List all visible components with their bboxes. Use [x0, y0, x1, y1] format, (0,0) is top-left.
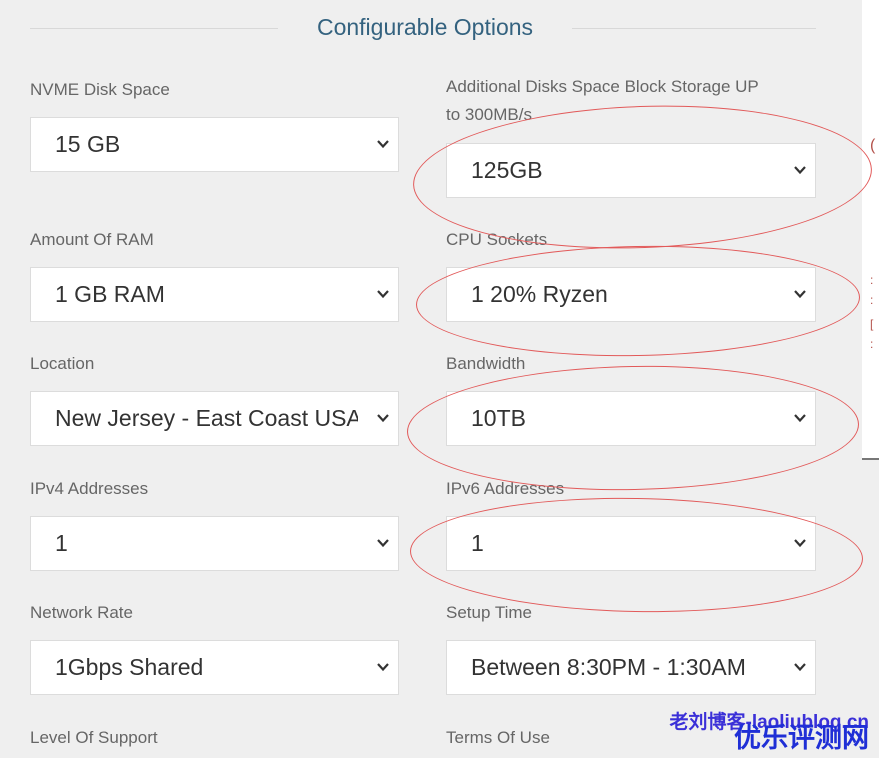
- cpu-sockets-select[interactable]: 1 20% Ryzen: [446, 267, 816, 322]
- network-rate-label: Network Rate: [30, 603, 133, 622]
- ipv6-label: IPv6 Addresses: [446, 479, 565, 498]
- chevron-down-icon: [794, 539, 806, 548]
- ipv6-select[interactable]: 1: [446, 516, 816, 571]
- setup-time-label: Setup Time: [446, 603, 532, 622]
- additional-disks-value: 125GB: [471, 157, 543, 183]
- chevron-down-icon: [377, 414, 389, 423]
- cpu-sockets-value: 1 20% Ryzen: [471, 281, 608, 307]
- location-value: New Jersey - East Coast USA: [55, 405, 358, 431]
- nvme-disk-label: NVME Disk Space: [30, 80, 170, 99]
- location-label: Location: [30, 354, 95, 373]
- network-rate-value: 1Gbps Shared: [55, 654, 204, 680]
- bandwidth-value: 10TB: [471, 405, 526, 431]
- watermark-site: 优乐评测网: [734, 723, 869, 753]
- setup-time-value: Between 8:30PM - 1:30AM: [471, 654, 746, 680]
- chevron-down-icon: [377, 539, 389, 548]
- chevron-down-icon: [377, 140, 389, 149]
- edge-fragment: :: [870, 293, 874, 307]
- level-of-support-label: Level Of Support: [30, 728, 158, 747]
- ipv4-label: IPv4 Addresses: [30, 479, 149, 498]
- bandwidth-select[interactable]: 10TB: [446, 391, 816, 446]
- ipv4-value: 1: [55, 530, 68, 556]
- chevron-down-icon: [377, 290, 389, 299]
- edge-fragment: :: [870, 273, 874, 287]
- ram-label: Amount Of RAM: [30, 230, 154, 249]
- ram-select[interactable]: 1 GB RAM: [30, 267, 399, 322]
- chevron-down-icon: [794, 663, 806, 672]
- ipv4-select[interactable]: 1: [30, 516, 399, 571]
- cpu-sockets-label: CPU Sockets: [446, 230, 548, 249]
- nvme-disk-value: 15 GB: [55, 131, 121, 157]
- location-select[interactable]: New Jersey - East Coast USA: [30, 391, 399, 446]
- section-divider-left: [30, 28, 278, 29]
- setup-time-select[interactable]: Between 8:30PM - 1:30AM: [446, 640, 816, 695]
- chevron-down-icon: [794, 166, 806, 175]
- bandwidth-label: Bandwidth: [446, 354, 526, 373]
- edge-fragment: (: [870, 137, 876, 154]
- ram-value: 1 GB RAM: [55, 281, 165, 307]
- section-title: Configurable Options: [316, 14, 534, 40]
- additional-disks-select[interactable]: 125GB: [446, 143, 816, 198]
- ipv6-value: 1: [471, 530, 484, 556]
- edge-fragment: [: [870, 317, 874, 331]
- edge-fragment: :: [870, 337, 874, 351]
- additional-disks-label-line1: Additional Disks Space Block Storage UP: [446, 77, 759, 96]
- nvme-disk-select[interactable]: 15 GB: [30, 117, 399, 172]
- additional-disks-label-line2: to 300MB/s: [446, 105, 532, 124]
- section-divider-right: [572, 28, 816, 29]
- chevron-down-icon: [794, 290, 806, 299]
- side-panel-edge: [862, 0, 879, 460]
- chevron-down-icon: [377, 663, 389, 672]
- network-rate-select[interactable]: 1Gbps Shared: [30, 640, 399, 695]
- chevron-down-icon: [794, 414, 806, 423]
- terms-of-use-label: Terms Of Use: [446, 728, 550, 747]
